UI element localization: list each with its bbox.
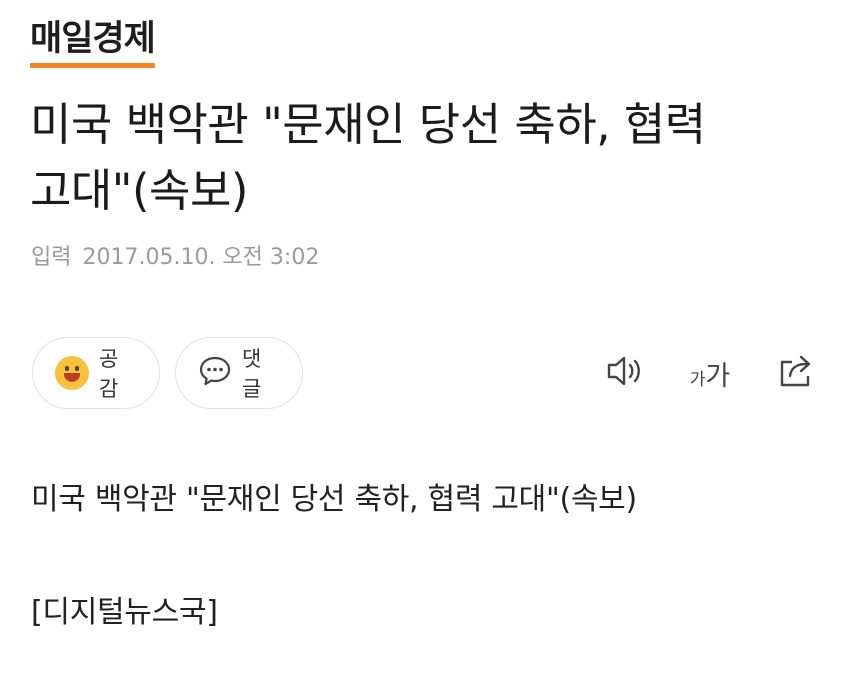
published-meta: 입력 2017.05.10. 오전 3:02 — [31, 243, 319, 273]
article-page: 매일경제 미국 백악관 "문재인 당선 축하, 협력 고대"(속보) 입력 20… — [0, 0, 850, 682]
headline-line-2: 고대"(속보) — [30, 164, 248, 217]
smile-emoji-icon — [55, 356, 89, 390]
like-label: 공감 — [99, 347, 119, 401]
text-to-speech-button[interactable] — [604, 350, 648, 396]
article-body-text: 미국 백악관 "문재인 당선 축하, 협력 고대"(속보) — [31, 482, 637, 517]
published-label: 입력 — [31, 245, 72, 270]
speech-bubble-icon — [198, 355, 232, 391]
headline-line-1: 미국 백악관 "문재인 당선 축하, 협력 — [30, 98, 706, 151]
header: 매일경제 — [30, 22, 156, 68]
brand-logo[interactable]: 매일경제 — [30, 22, 156, 68]
font-size-icon: 가가 — [689, 360, 731, 392]
share-button[interactable] — [774, 350, 820, 396]
speaker-icon — [605, 353, 647, 393]
like-button[interactable]: 공감 — [32, 337, 160, 409]
share-icon — [776, 352, 818, 394]
published-date: 2017.05.10. 오전 3:02 — [82, 245, 320, 270]
comment-label: 댓글 — [242, 347, 262, 401]
font-size-button[interactable]: 가가 — [686, 350, 734, 396]
article-byline: [디지털뉴스국] — [31, 595, 218, 630]
article-headline: 미국 백악관 "문재인 당선 축하, 협력 고대"(속보) — [30, 92, 830, 224]
comment-button[interactable]: 댓글 — [175, 337, 303, 409]
